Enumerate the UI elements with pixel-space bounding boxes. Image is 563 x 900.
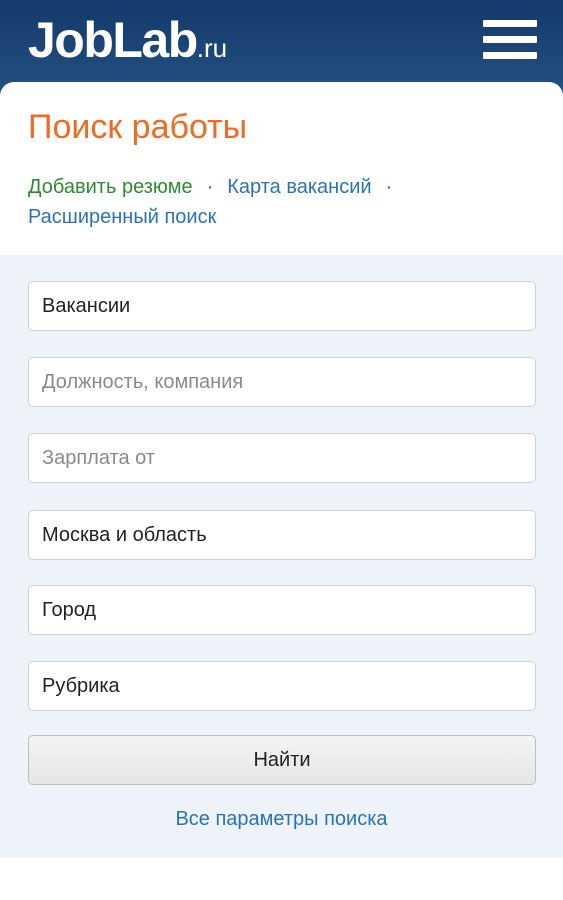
search-form: Вакансии Должность, компания Зарплата от… <box>0 255 563 858</box>
logo-domain-suffix: .ru <box>196 33 228 63</box>
region-select[interactable]: Москва и область <box>28 510 536 560</box>
quick-links: Добавить резюме · Карта вакансий · Расширенн… <box>28 172 538 232</box>
site-logo[interactable]: JobLab.ru <box>28 10 227 78</box>
link-separator: · <box>206 176 214 198</box>
vacancy-map-link[interactable]: Карта вакансий <box>227 176 371 198</box>
advanced-search-link[interactable]: Расширенный поиск <box>28 206 216 228</box>
category-select[interactable]: Рубрика <box>28 661 536 711</box>
all-search-params-link[interactable]: Все параметры поиска <box>0 808 563 831</box>
find-button[interactable]: Найти <box>28 735 536 785</box>
position-company-input[interactable]: Должность, компания <box>28 357 536 407</box>
search-type-select[interactable]: Вакансии <box>28 281 536 331</box>
menu-bar <box>483 20 537 27</box>
menu-bar <box>483 52 537 59</box>
page-title: Поиск работы <box>28 108 248 146</box>
link-separator: · <box>385 176 393 198</box>
menu-bar <box>483 36 537 43</box>
city-select[interactable]: Город <box>28 585 536 635</box>
hamburger-menu-icon[interactable] <box>483 20 537 60</box>
salary-from-input[interactable]: Зарплата от <box>28 433 536 483</box>
add-resume-link[interactable]: Добавить резюме <box>28 176 193 198</box>
logo-main-text: JobLab <box>28 12 198 68</box>
